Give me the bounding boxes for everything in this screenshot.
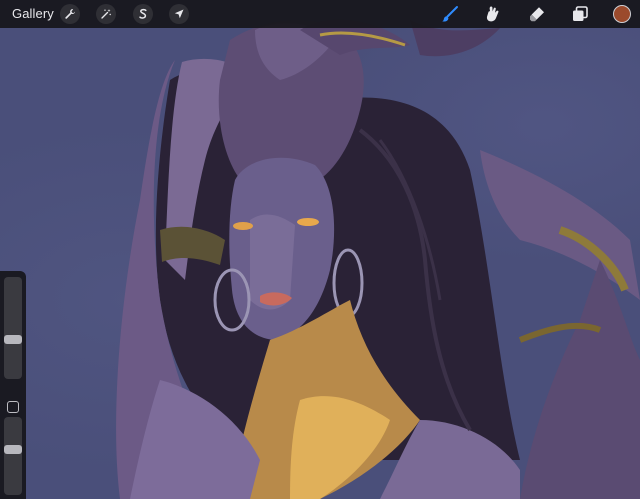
top-toolbar: Gallery bbox=[0, 0, 640, 28]
opacity-thumb[interactable] bbox=[4, 444, 22, 454]
painting-artwork bbox=[116, 19, 640, 499]
wrench-icon bbox=[65, 9, 75, 19]
magic-wand-icon bbox=[101, 9, 111, 19]
brush-size-thumb[interactable] bbox=[4, 334, 22, 344]
layers-button[interactable] bbox=[570, 4, 590, 24]
smudge-button[interactable] bbox=[483, 4, 503, 24]
eraser-button[interactable] bbox=[527, 4, 547, 24]
brush-icon bbox=[442, 6, 458, 22]
adjustments-button[interactable] bbox=[96, 4, 116, 24]
drawing-canvas[interactable] bbox=[0, 0, 640, 499]
opacity-slider[interactable] bbox=[4, 417, 22, 495]
color-picker-button[interactable] bbox=[613, 5, 631, 23]
smudge-icon bbox=[486, 6, 499, 22]
left-sidebar bbox=[0, 271, 26, 499]
eraser-icon bbox=[530, 7, 544, 22]
arrow-cursor-icon bbox=[174, 9, 184, 19]
modify-button[interactable] bbox=[7, 401, 19, 413]
transform-button[interactable] bbox=[169, 4, 189, 24]
brush-size-slider[interactable] bbox=[4, 277, 22, 379]
layers-icon bbox=[573, 6, 588, 21]
actions-button[interactable] bbox=[60, 4, 80, 24]
gallery-button[interactable]: Gallery bbox=[12, 6, 54, 21]
brush-button[interactable] bbox=[440, 4, 460, 24]
selection-s-icon bbox=[139, 8, 147, 19]
selection-button[interactable] bbox=[133, 4, 153, 24]
